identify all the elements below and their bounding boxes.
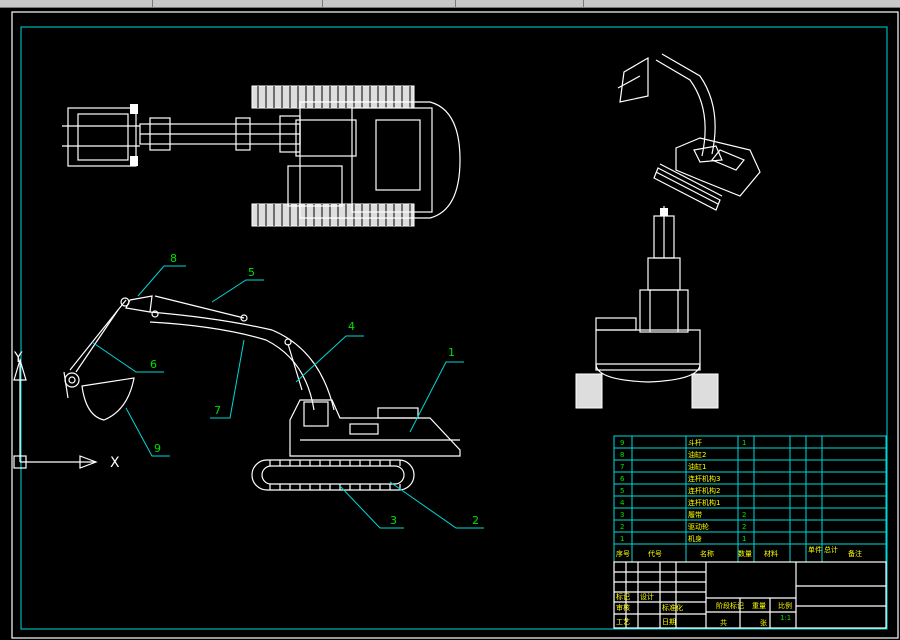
title-review-label: 审核 xyxy=(616,603,630,612)
parts-row-no: 7 xyxy=(620,463,624,471)
front-boom-base xyxy=(639,289,689,333)
parts-header-code: 代号 xyxy=(648,549,662,558)
parts-row-no: 8 xyxy=(620,451,624,459)
side-view-excavator xyxy=(63,295,461,491)
parts-row-name: 履带 xyxy=(688,511,702,519)
title-scale-label: 比例 xyxy=(778,601,792,610)
side-arm-cylinder xyxy=(154,295,245,319)
parts-row-name: 驱动轮 xyxy=(688,522,709,531)
title-scale-value: 1:1 xyxy=(780,614,791,622)
parts-header-qty: 数量 xyxy=(738,549,752,558)
parts-row-name: 机身 xyxy=(688,534,702,543)
parts-row-no: 5 xyxy=(620,487,624,495)
side-bucket xyxy=(81,377,135,421)
parts-header-material: 材料 xyxy=(764,549,778,558)
top-track-upper xyxy=(251,85,415,109)
parts-row-name: 油缸1 xyxy=(688,462,706,471)
parts-row-name: 连杆机构2 xyxy=(688,486,720,495)
parts-row-no: 9 xyxy=(620,439,624,447)
parts-row-name: 连杆机构3 xyxy=(688,474,720,483)
parts-row-no: 3 xyxy=(620,511,624,519)
balloon-4: 4 xyxy=(348,320,355,333)
side-cab-window xyxy=(303,401,329,427)
iso-upper-body xyxy=(675,137,761,197)
toolbar-separator xyxy=(322,0,323,7)
parts-row-qty: 1 xyxy=(742,535,746,543)
parts-row-no: 4 xyxy=(620,499,625,507)
drawing-canvas[interactable]: 1 2 3 4 5 6 7 8 9 Y X 9 斗杆 1 8 油缸2 7 油缸1… xyxy=(0,8,900,640)
part-balloons: 1 2 3 4 5 6 7 8 9 xyxy=(91,252,484,529)
toolbar-separator xyxy=(152,0,153,7)
side-upper-body xyxy=(289,399,461,457)
iso-bucket xyxy=(619,56,649,103)
balloon-7: 7 xyxy=(214,404,221,417)
ucs-x-label: X xyxy=(110,455,120,471)
parts-list-table: 9 斗杆 1 8 油缸2 7 油缸1 6 连杆机构3 5 连杆机构2 4 连杆机… xyxy=(613,435,887,563)
parts-row-no: 6 xyxy=(620,475,625,483)
side-boom-cylinder xyxy=(287,343,303,391)
title-stage-label: 阶段标记 xyxy=(716,601,744,610)
title-design-label: 设计 xyxy=(640,592,654,601)
title-of-label: 张 xyxy=(760,618,767,627)
top-engine-cover xyxy=(287,165,343,207)
balloon-3: 3 xyxy=(390,514,397,527)
balloon-6: 6 xyxy=(150,358,157,371)
ucs-axis-icon: Y X xyxy=(13,350,120,471)
parts-row-qty: 1 xyxy=(742,439,746,447)
top-cab-roof xyxy=(375,119,421,191)
title-process-label: 工艺 xyxy=(616,618,630,626)
side-boom-upper xyxy=(149,311,335,411)
title-sheet-label: 共 xyxy=(720,618,727,627)
parts-header-unit: 单件 xyxy=(808,545,822,554)
parts-header-name: 名称 xyxy=(700,549,714,558)
balloon-9: 9 xyxy=(154,442,161,455)
parts-row-name: 斗杆 xyxy=(688,438,702,447)
parts-row-name: 连杆机构1 xyxy=(688,498,720,507)
parts-row-name: 油缸2 xyxy=(688,450,706,459)
side-boom-lower xyxy=(149,321,315,411)
front-boom xyxy=(647,257,681,291)
front-view-excavator xyxy=(575,206,719,409)
top-boom-base xyxy=(295,119,357,157)
cad-toolbar xyxy=(0,0,900,8)
top-view-excavator xyxy=(62,85,461,227)
side-door xyxy=(349,423,379,435)
title-mark-label: 标记 xyxy=(616,592,630,601)
drawing-border xyxy=(20,26,888,630)
parts-header-remarks: 备注 xyxy=(848,549,862,558)
title-block: 标记 设计 审核 工艺 标准化 日期 阶段标记 重量 比例 1:1 共 张 xyxy=(613,561,887,629)
title-weight-label: 重量 xyxy=(752,602,766,610)
isometric-view-excavator xyxy=(617,53,761,211)
parts-row-no: 1 xyxy=(620,535,624,543)
balloon-5: 5 xyxy=(248,266,255,279)
toolbar-separator xyxy=(583,0,584,7)
parts-header-no: 序号 xyxy=(616,549,630,558)
parts-row-qty: 2 xyxy=(742,523,746,531)
balloon-1: 1 xyxy=(448,346,455,359)
balloon-2: 2 xyxy=(472,514,479,527)
title-standard-label: 标准化 xyxy=(662,603,683,612)
top-track-lower xyxy=(251,203,415,227)
parts-row-qty: 2 xyxy=(742,511,746,519)
parts-header-total: 总计 xyxy=(824,545,838,554)
balloon-8: 8 xyxy=(170,252,177,265)
toolbar-separator xyxy=(455,0,456,7)
parts-row-no: 2 xyxy=(620,523,624,531)
front-track-left xyxy=(575,373,603,409)
front-track-right xyxy=(691,373,719,409)
title-date-label: 日期 xyxy=(662,618,676,626)
ucs-y-label: Y xyxy=(13,350,23,366)
